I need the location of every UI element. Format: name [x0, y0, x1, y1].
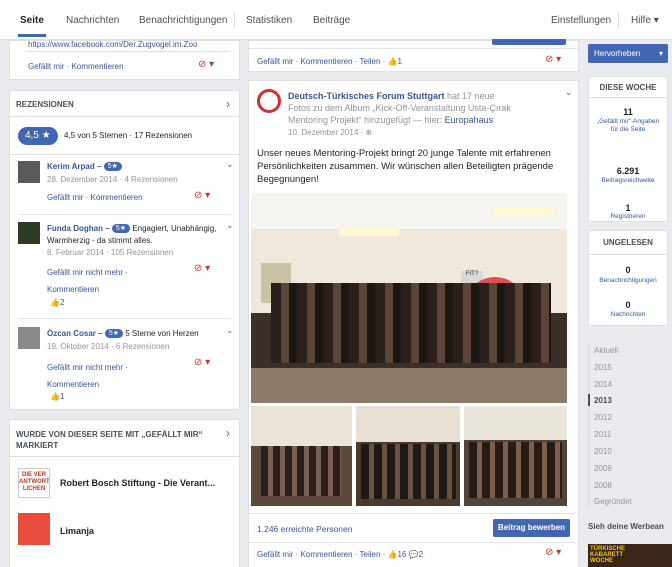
unread-header: UNGELESEN: [603, 238, 653, 247]
liked-page-name[interactable]: Limanja: [60, 526, 94, 536]
reviewer-name[interactable]: Kerim Arpad –: [47, 162, 101, 171]
author-name[interactable]: Deutsch-Türkisches Forum Stuttgart: [288, 91, 445, 101]
highlight-dropdown[interactable]: Hervorheben ▾: [588, 44, 668, 63]
page-avatar[interactable]: [257, 89, 281, 113]
chevron-down-icon[interactable]: ⌄: [226, 325, 234, 336]
reviewer-name[interactable]: Özcan Cosar –: [47, 329, 103, 338]
star-badge: 5★: [103, 162, 122, 172]
review-actions[interactable]: Gefällt mir nicht mehr · Kommentieren: [47, 359, 177, 393]
tab-hilfe[interactable]: Hilfe ▾: [631, 15, 659, 26]
star-badge: 5★: [111, 224, 131, 234]
tab-einstellungen[interactable]: Einstellungen: [551, 15, 611, 26]
year-link-active[interactable]: 2013: [594, 396, 612, 405]
year-link[interactable]: 2009: [594, 464, 612, 473]
post-text: Unser neues Mentoring-Projekt bringt 20 …: [257, 148, 554, 185]
main-photo[interactable]: FIT?: [251, 193, 567, 403]
year-link[interactable]: Gegründet: [594, 497, 632, 506]
post-actions[interactable]: Gefällt mir · Kommentieren · Teilen · 👍1: [257, 57, 402, 66]
post-header: Deutsch-Türkisches Forum Stuttgart hat 1…: [288, 91, 511, 125]
reach-count[interactable]: 1.246 erreichte Personen: [257, 524, 352, 534]
year-link[interactable]: 2012: [594, 413, 612, 422]
promote-post-button[interactable]: Beitrag bewerben: [493, 519, 570, 537]
avatar[interactable]: [18, 161, 40, 183]
avatar[interactable]: [18, 327, 40, 349]
reactions-icon[interactable]: ⊘ ▾: [545, 54, 561, 65]
tab-divider: [234, 12, 235, 28]
post-card: Deutsch-Türkisches Forum Stuttgart hat 1…: [248, 80, 579, 567]
post-date[interactable]: 10. Dezember 2014 · ⊕: [288, 128, 372, 137]
post-actions[interactable]: Gefällt mir · Kommentieren · Teilen · 👍1…: [257, 550, 423, 559]
tab-divider: [618, 12, 619, 28]
rating-badge: 4,5 ★: [18, 127, 58, 145]
star-badge: 5★: [104, 329, 123, 339]
tab-statistiken[interactable]: Statistiken: [246, 15, 292, 26]
year-link[interactable]: 2014: [594, 380, 612, 389]
unread-label[interactable]: Nachrichten: [589, 311, 667, 318]
stat-number: 6.291: [616, 166, 640, 176]
unread-number: 0: [625, 265, 631, 275]
bosch-logo[interactable]: DIE VER ANTWORT LICHEN: [18, 468, 50, 498]
tab-beitraege[interactable]: Beiträge: [313, 15, 350, 26]
chevron-right-icon[interactable]: ›: [226, 426, 230, 440]
unread-number: 0: [625, 300, 631, 310]
photo-thumbnail[interactable]: [464, 406, 567, 506]
stat-label[interactable]: „Gefällt mir“-Angaben für die Seite: [594, 118, 662, 134]
review-text: 5 Sterne von Herzen: [125, 329, 199, 338]
reactions-icon[interactable]: ⊘ ▾: [545, 547, 561, 558]
reactions-icon[interactable]: ⊘ ▾: [198, 59, 214, 70]
reviews-header: REZENSIONEN: [16, 100, 74, 109]
like-count[interactable]: 👍2: [50, 298, 64, 307]
previous-post-card: Gefällt mir · Kommentieren · Teilen · 👍1…: [248, 39, 579, 72]
liked-page-name[interactable]: Robert Bosch Stiftung - Die Verant...: [60, 478, 215, 488]
ad-banner[interactable]: TÜRKISCHE KABARETT WOCHE: [588, 544, 672, 567]
avatar[interactable]: [18, 222, 40, 244]
page-tabs-bar: Seite Nachrichten Benachrichtigungen Sta…: [0, 0, 672, 40]
reviewer-name[interactable]: Funda Doghan –: [47, 224, 110, 233]
post-link[interactable]: https://www.facebook.com/Der.Zugvogel.im…: [28, 40, 228, 52]
review-actions[interactable]: Gefällt mir nicht mehr · Kommentieren: [47, 264, 177, 298]
chevron-right-icon[interactable]: ›: [226, 97, 230, 111]
year-link[interactable]: 2011: [594, 430, 611, 439]
year-link[interactable]: Aktuell: [594, 346, 618, 355]
tab-benachrichtigungen[interactable]: Benachrichtigungen: [139, 15, 227, 26]
tab-nachrichten[interactable]: Nachrichten: [66, 15, 119, 26]
liked-pages-card: WURDE VON DIESER SEITE MIT „GEFÄLLT MIR“…: [9, 419, 240, 567]
this-week-card: DIESE WOCHE 11 „Gefällt mir“-Angaben für…: [588, 76, 668, 222]
chevron-down-icon[interactable]: ⌄: [226, 220, 234, 231]
place-link[interactable]: Europahaus: [445, 115, 494, 125]
chevron-down-icon[interactable]: ⌄: [565, 87, 573, 98]
limanja-logo[interactable]: [18, 513, 50, 545]
review-meta: 19. Oktober 2014 · 6 Rezensionen: [47, 342, 170, 351]
promote-button[interactable]: [492, 39, 566, 45]
stat-label[interactable]: Beitragsreichweite: [589, 177, 667, 184]
year-link[interactable]: 2015: [594, 363, 612, 372]
reactions-icon[interactable]: ⊘ ▾: [194, 190, 210, 201]
unread-card: UNGELESEN 0 Benachrichtigungen 0 Nachric…: [588, 230, 668, 326]
unread-label[interactable]: Benachrichtigungen: [589, 277, 667, 284]
photo-thumbnail[interactable]: [251, 406, 352, 506]
reviews-card: REZENSIONEN › 4,5 ★ 4,5 von 5 Sternen · …: [9, 90, 240, 410]
liked-header: WURDE VON DIESER SEITE MIT „GEFÄLLT MIR“…: [16, 430, 203, 450]
rating-summary: 4,5 von 5 Sternen · 17 Rezensionen: [64, 131, 193, 140]
review-meta: 8. Februar 2014 · 105 Rezensionen: [47, 248, 174, 257]
like-count[interactable]: 👍1: [50, 392, 64, 401]
year-link[interactable]: 2008: [594, 481, 612, 490]
week-header: DIESE WOCHE: [599, 83, 657, 92]
review-meta: 28. Dezember 2014 · 4 Rezensionen: [47, 175, 178, 184]
reactions-icon[interactable]: ⊘ ▾: [194, 357, 210, 368]
stat-label[interactable]: Registrieren: [589, 213, 667, 220]
stat-number: 1: [625, 203, 631, 213]
tab-seite[interactable]: Seite: [18, 15, 46, 37]
stat-number: 11: [623, 107, 633, 117]
top-post-card: https://www.facebook.com/Der.Zugvogel.im…: [9, 40, 240, 80]
post-actions[interactable]: Gefällt mir · Kommentieren: [28, 62, 124, 71]
reactions-icon[interactable]: ⊘ ▾: [194, 263, 210, 274]
year-link[interactable]: 2010: [594, 447, 612, 456]
chevron-down-icon[interactable]: ⌄: [226, 159, 234, 170]
review-actions[interactable]: Gefällt mir · Kommentieren: [47, 193, 143, 202]
ads-header: Sieh deine Werbean: [588, 522, 664, 531]
photo-thumbnail[interactable]: [356, 406, 460, 506]
